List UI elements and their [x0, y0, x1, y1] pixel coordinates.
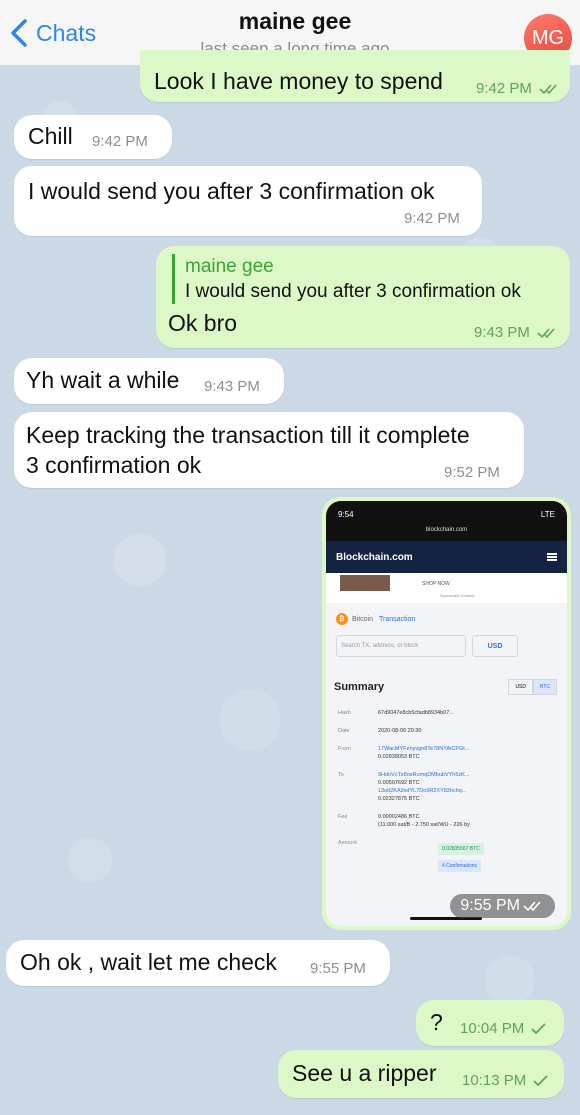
check-icon	[531, 1023, 547, 1035]
message-time: 9:55 PM	[450, 894, 555, 918]
message-bubble-outgoing[interactable]: maine gee I would send you after 3 confi…	[156, 246, 570, 348]
message-bubble-incoming[interactable]: Keep tracking the transaction till it co…	[14, 412, 524, 488]
message-time: 10:04 PM	[460, 1020, 547, 1037]
chat-title: maine gee	[238, 8, 352, 34]
message-time: 9:42 PM	[92, 133, 148, 150]
message-text: See u a ripper	[292, 1060, 437, 1086]
message-text: Yh wait a while	[26, 367, 180, 393]
search-row: Search TX, address, or block USD	[326, 631, 567, 661]
double-check-icon	[539, 84, 557, 95]
message-time: 9:55 PM	[310, 960, 366, 977]
message-bubble-outgoing[interactable]: See u a ripper 10:13 PM	[278, 1050, 564, 1098]
double-check-icon	[537, 328, 555, 339]
message-text: Ok bro	[168, 310, 238, 336]
double-check-icon	[523, 901, 541, 912]
message-time: 10:13 PM	[462, 1072, 549, 1089]
screenshot-image[interactable]: 9:54 LTE blockchain.com Blockchain.com S…	[326, 501, 567, 926]
back-label: Chats	[36, 19, 97, 46]
message-text: Oh ok , wait let me check	[20, 949, 277, 975]
reply-text: I would send you after 3 confirmation ok	[185, 281, 521, 302]
summary-header: Summary USD BTC	[326, 661, 567, 705]
message-time: 9:43 PM	[474, 324, 559, 341]
menu-icon	[547, 553, 557, 561]
photo-message[interactable]: 9:54 LTE blockchain.com Blockchain.com S…	[322, 497, 571, 930]
phone-status-bar: 9:54 LTE	[326, 501, 567, 527]
message-bubble-outgoing[interactable]: Look I have money to spend 9:42 PM	[140, 50, 570, 102]
message-bubble-incoming[interactable]: Yh wait a while 9:43 PM	[14, 358, 284, 404]
message-bubble-incoming[interactable]: Chill 9:42 PM	[14, 115, 172, 159]
check-icon	[533, 1075, 549, 1087]
message-time: 9:52 PM	[444, 464, 500, 481]
message-text: I would send you after 3 confirmation ok	[28, 178, 435, 204]
reply-quote[interactable]: maine gee I would send you after 3 confi…	[172, 254, 521, 304]
message-bubble-outgoing[interactable]: ? 10:04 PM	[416, 1000, 564, 1046]
breadcrumb: ₿ Bitcoin Transaction	[326, 603, 567, 631]
transaction-details: Hash 67d9047e8cb5cfadb8934b07... Date 2020…	[326, 705, 567, 872]
message-text: Chill	[28, 123, 73, 149]
message-bubble-incoming[interactable]: Oh ok , wait let me check 9:55 PM	[6, 940, 390, 986]
message-time: 9:43 PM	[204, 378, 260, 395]
phone-url-bar: blockchain.com	[326, 527, 567, 541]
message-bubble-incoming[interactable]: I would send you after 3 confirmation ok…	[14, 166, 482, 236]
ad-banner: SHOP NOW Sponsored Content	[326, 573, 567, 603]
message-time: 9:42 PM	[404, 210, 460, 227]
message-time: 9:42 PM	[476, 80, 561, 97]
message-text: 3 confirmation ok	[26, 452, 202, 478]
bitcoin-icon: ₿	[336, 613, 348, 625]
reply-author: maine gee	[185, 256, 274, 277]
message-text: Look I have money to spend	[154, 68, 443, 94]
message-text: Keep tracking the transaction till it co…	[26, 422, 470, 448]
blockchain-navbar: Blockchain.com	[326, 541, 567, 573]
back-button[interactable]: Chats	[10, 16, 96, 50]
chevron-left-icon	[11, 19, 27, 47]
message-text: ?	[430, 1009, 443, 1035]
